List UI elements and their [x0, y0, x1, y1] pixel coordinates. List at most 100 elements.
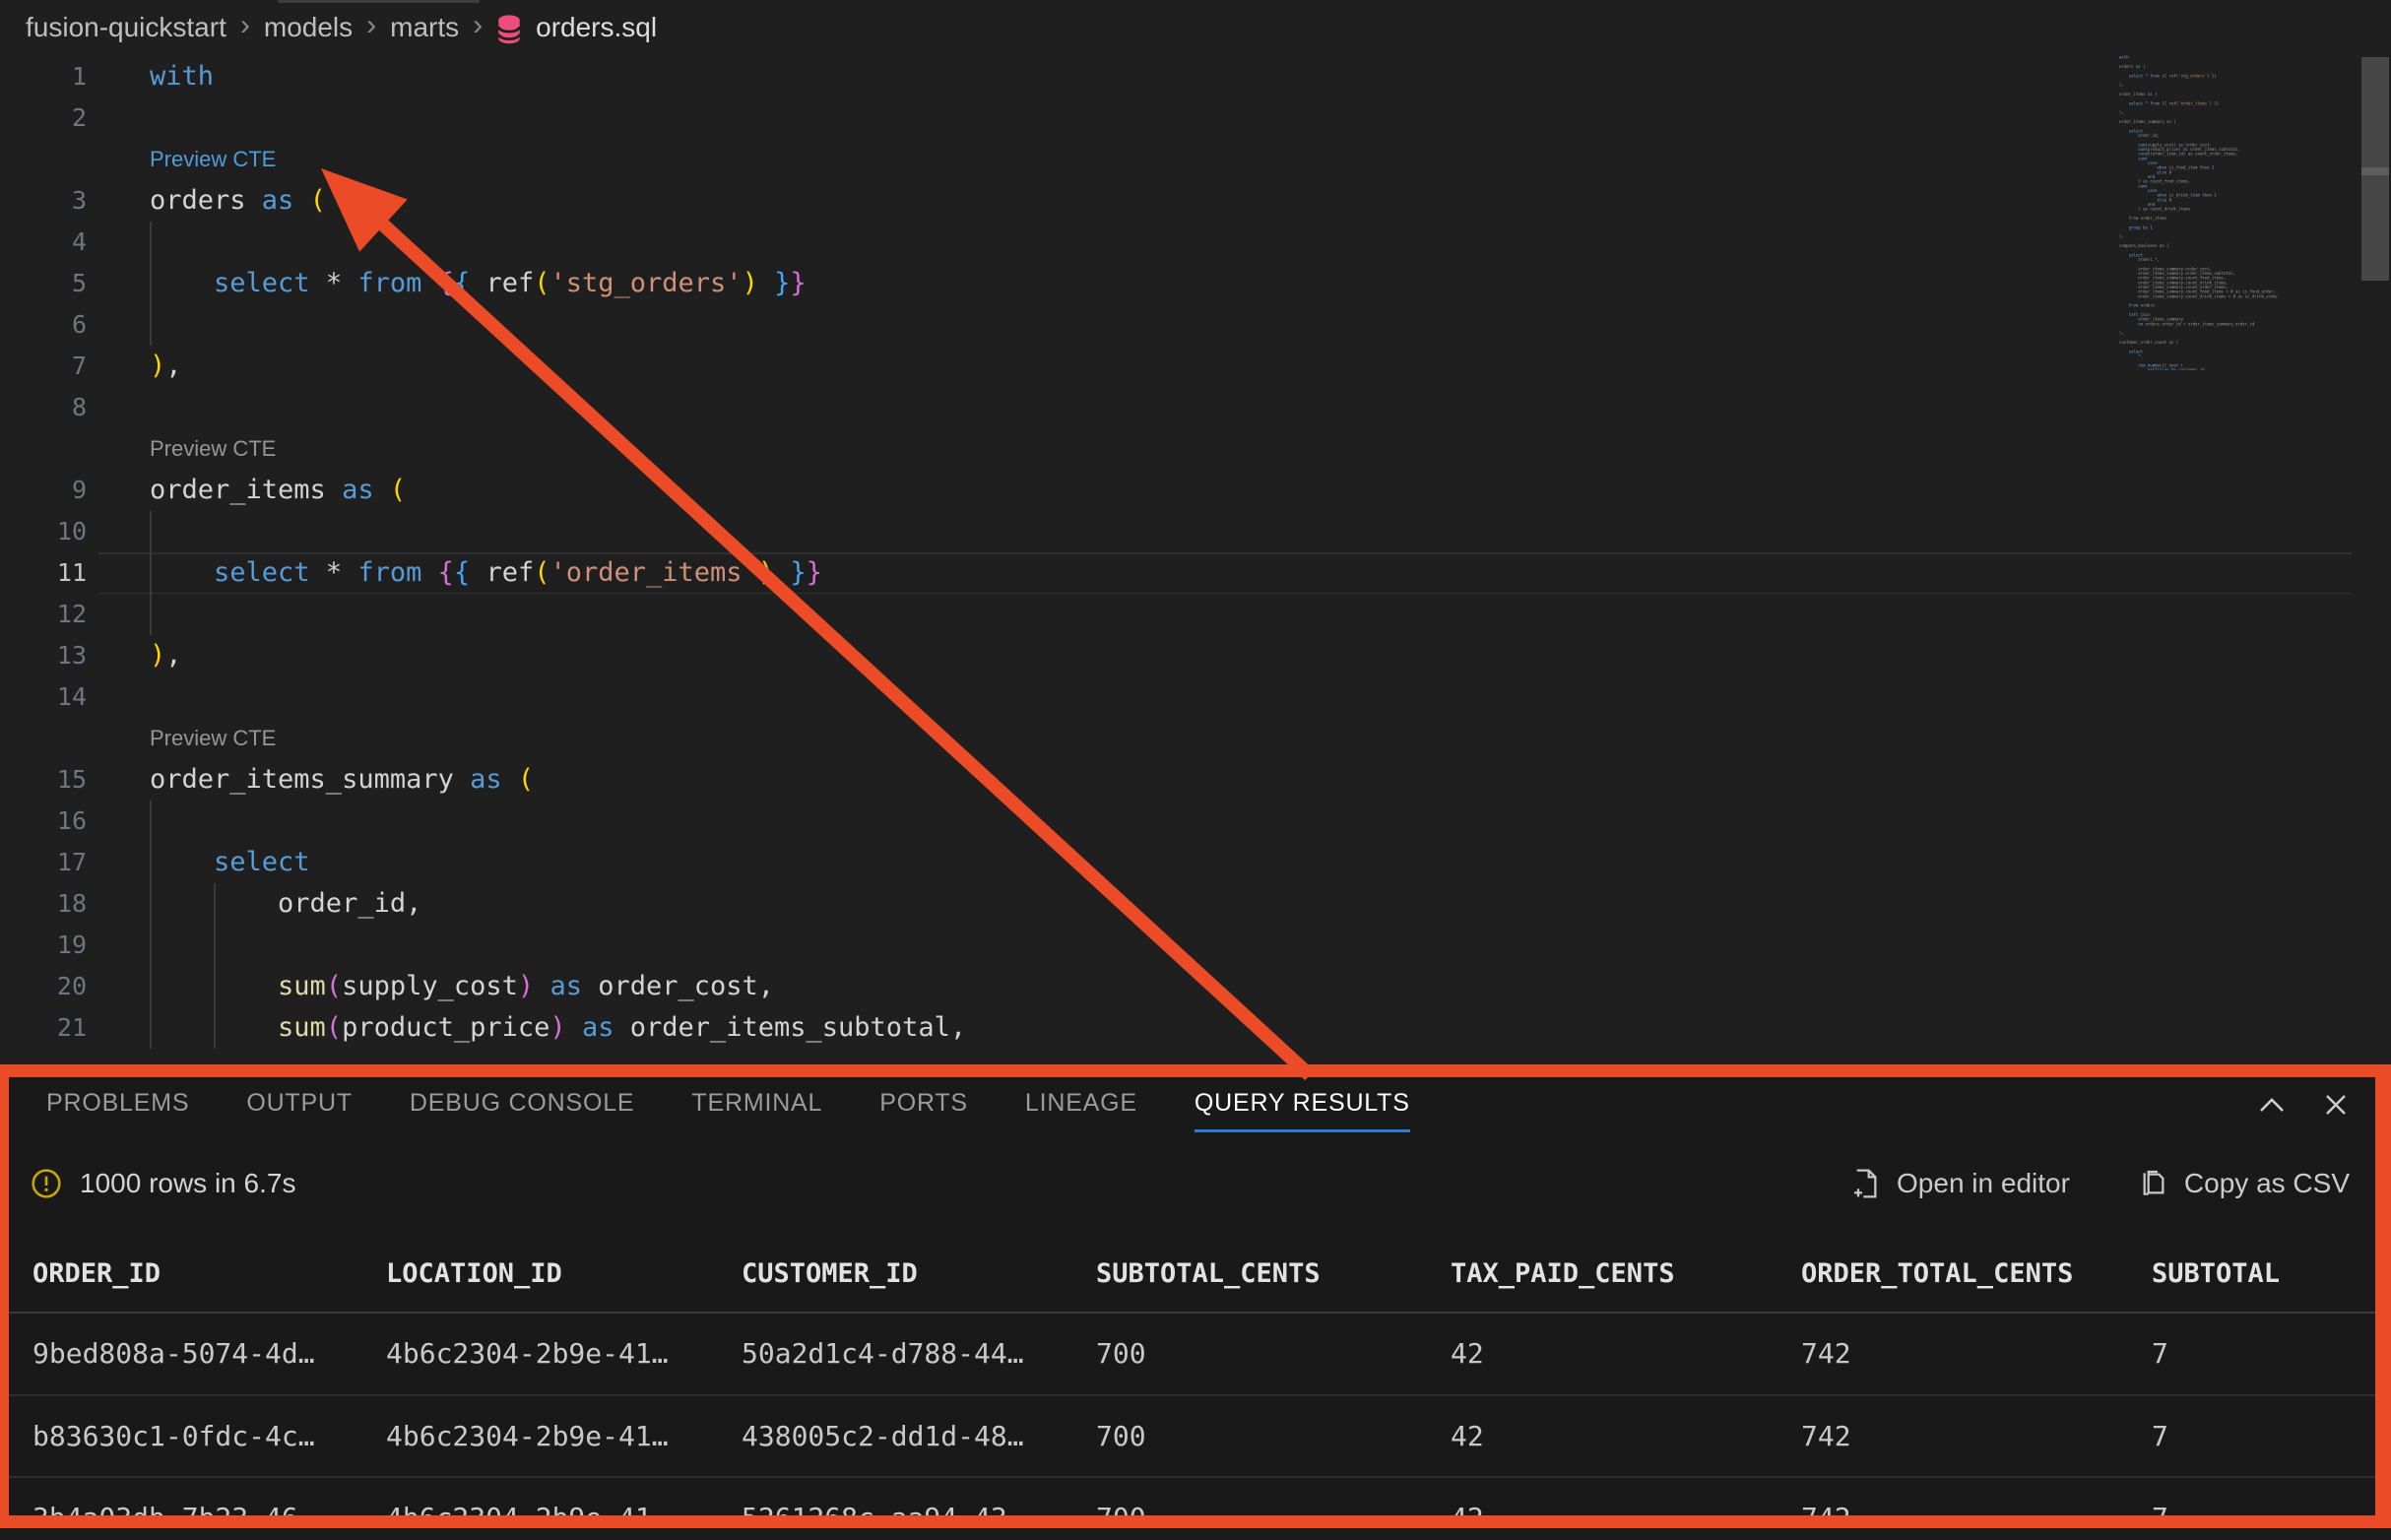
table-cell: 438005c2-dd1d-48… — [742, 1420, 1096, 1452]
table-cell: 3b4a03db-7b23-46… — [32, 1502, 386, 1528]
code-line-8[interactable]: 8 — [0, 387, 2391, 428]
code-line-15[interactable]: 15 order_items_summary as ( — [0, 759, 2391, 801]
line-number: 12 — [0, 594, 87, 635]
table-cell: 7 — [2152, 1337, 2375, 1370]
line-number: 15 — [0, 759, 87, 801]
breadcrumb: fusion-quickstart › models › marts › ord… — [26, 12, 657, 43]
minimap[interactable]: with orders as ( select * from {{ ref('s… — [2119, 55, 2332, 370]
table-cell: 50a2d1c4-d788-44… — [742, 1337, 1096, 1370]
panel-tab-bar: PROBLEMS OUTPUT DEBUG CONSOLE TERMINAL PORTS… — [9, 1077, 2375, 1132]
breadcrumb-project[interactable]: fusion-quickstart — [26, 12, 226, 43]
open-in-editor-button[interactable]: Open in editor — [1851, 1168, 2070, 1199]
preview-cte-link[interactable]: Preview CTE — [150, 139, 276, 180]
column-header-subtotal[interactable]: SUBTOTAL — [2152, 1258, 2375, 1289]
code-line-14[interactable]: 14 — [0, 676, 2391, 718]
tab-lineage[interactable]: LINEAGE — [1025, 1077, 1137, 1132]
line-number: 9 — [0, 470, 87, 511]
scrollbar-thumb[interactable] — [2361, 57, 2389, 281]
code-text: order_items_summary as ( — [150, 759, 534, 801]
tab-debug-console[interactable]: DEBUG CONSOLE — [410, 1077, 635, 1132]
code-line-18[interactable]: 18 order_id, — [0, 883, 2391, 925]
chevron-up-icon[interactable] — [2259, 1097, 2285, 1113]
line-number: 18 — [0, 883, 87, 925]
line-number: 14 — [0, 676, 87, 718]
code-lines: 1with2Preview CTE3orders as (45 select *… — [0, 56, 2391, 1049]
line-number: 16 — [0, 801, 87, 842]
results-table-body: 9bed808a-5074-4d…4b6c2304-2b9e-41…50a2d1… — [9, 1314, 2375, 1528]
copy-as-csv-button[interactable]: Copy as CSV — [2139, 1168, 2350, 1199]
line-number: 13 — [0, 635, 87, 676]
breadcrumb-models[interactable]: models — [264, 12, 353, 43]
code-line-21[interactable]: 21 sum(product_price) as order_items_sub… — [0, 1007, 2391, 1049]
tab-terminal[interactable]: TERMINAL — [691, 1077, 822, 1132]
table-cell: 4b6c2304-2b9e-41… — [386, 1420, 742, 1452]
codelens-row: Preview CTE — [0, 428, 2391, 470]
warning-icon — [31, 1168, 62, 1199]
code-line-3[interactable]: 3orders as ( — [0, 180, 2391, 222]
code-text: with — [150, 56, 214, 97]
tab-output[interactable]: OUTPUT — [246, 1077, 353, 1132]
code-line-13[interactable]: 13), — [0, 635, 2391, 676]
column-header-order_id[interactable]: ORDER_ID — [32, 1258, 386, 1289]
column-header-tax_paid_cents[interactable]: TAX_PAID_CENTS — [1451, 1258, 1801, 1289]
line-number: 5 — [0, 263, 87, 304]
table-cell: 700 — [1096, 1337, 1451, 1370]
code-line-17[interactable]: 17 select — [0, 842, 2391, 883]
code-text: ), — [150, 346, 182, 387]
line-number: 3 — [0, 180, 87, 222]
column-header-customer_id[interactable]: CUSTOMER_ID — [742, 1258, 1096, 1289]
indent-guide — [150, 801, 152, 842]
code-line-5[interactable]: 5 select * from {{ ref('stg_orders') }} — [0, 263, 2391, 304]
table-row[interactable]: 3b4a03db-7b23-46…4b6c2304-2b9e-41…526126… — [9, 1478, 2375, 1528]
line-number: 1 — [0, 56, 87, 97]
indent-guide — [150, 222, 152, 263]
line-number: 6 — [0, 304, 87, 346]
code-line-12[interactable]: 12 — [0, 594, 2391, 635]
line-number: 7 — [0, 346, 87, 387]
table-cell: 742 — [1801, 1337, 2152, 1370]
table-cell: 4b6c2304-2b9e-41… — [386, 1337, 742, 1370]
code-line-9[interactable]: 9 order_items as ( — [0, 470, 2391, 511]
preview-cte-link[interactable]: Preview CTE — [150, 718, 276, 759]
table-cell: 42 — [1451, 1420, 1801, 1452]
code-line-16[interactable]: 16 — [0, 801, 2391, 842]
row-count-status: 1000 rows in 6.7s — [80, 1168, 295, 1199]
file-plus-icon — [1851, 1168, 1881, 1199]
line-number: 8 — [0, 387, 87, 428]
code-text: ), — [150, 635, 182, 676]
code-line-7[interactable]: 7), — [0, 346, 2391, 387]
column-header-order_total_cents[interactable]: ORDER_TOTAL_CENTS — [1801, 1258, 2152, 1289]
tab-query-results[interactable]: QUERY RESULTS — [1195, 1077, 1410, 1132]
table-row[interactable]: b83630c1-0fdc-4c…4b6c2304-2b9e-41…438005… — [9, 1396, 2375, 1479]
code-line-6[interactable]: 6 — [0, 304, 2391, 346]
preview-cte-link[interactable]: Preview CTE — [150, 428, 276, 470]
indent-guide — [150, 594, 152, 635]
column-header-location_id[interactable]: LOCATION_ID — [386, 1258, 742, 1289]
indent-guide — [214, 925, 216, 966]
breadcrumb-file[interactable]: orders.sql — [536, 12, 657, 43]
code-line-10[interactable]: 10 — [0, 511, 2391, 552]
code-text: order_id, — [150, 883, 421, 925]
table-row[interactable]: 9bed808a-5074-4d…4b6c2304-2b9e-41…50a2d1… — [9, 1314, 2375, 1396]
code-line-11[interactable]: 11 select * from {{ ref('order_items') }… — [0, 552, 2391, 594]
table-cell: 7 — [2152, 1420, 2375, 1452]
codelens-row: Preview CTE — [0, 139, 2391, 180]
column-header-subtotal_cents[interactable]: SUBTOTAL_CENTS — [1096, 1258, 1451, 1289]
codelens-row: Preview CTE — [0, 718, 2391, 759]
code-line-20[interactable]: 20 sum(supply_cost) as order_cost, — [0, 966, 2391, 1007]
code-line-4[interactable]: 4 — [0, 222, 2391, 263]
code-line-1[interactable]: 1 with — [0, 56, 2391, 97]
tab-ports[interactable]: PORTS — [879, 1077, 968, 1132]
code-line-2[interactable]: 2 — [0, 97, 2391, 139]
code-line-19[interactable]: 19 — [0, 925, 2391, 966]
results-table-header: ORDER_IDLOCATION_IDCUSTOMER_IDSUBTOTAL_C… — [9, 1235, 2375, 1314]
code-text: order_items as ( — [150, 470, 406, 511]
table-cell: 4b6c2304-2b9e-41… — [386, 1502, 742, 1528]
close-icon[interactable] — [2324, 1093, 2348, 1117]
vscode-window: { "colors":{"accent_orange":"#EB4B27","t… — [0, 0, 2391, 1540]
breadcrumb-marts[interactable]: marts — [390, 12, 459, 43]
code-text: sum(product_price) as order_items_subtot… — [150, 1007, 966, 1049]
code-text: sum(supply_cost) as order_cost, — [150, 966, 774, 1007]
code-editor: fusion-quickstart › models › marts › ord… — [0, 0, 2391, 1064]
tab-problems[interactable]: PROBLEMS — [46, 1077, 189, 1132]
